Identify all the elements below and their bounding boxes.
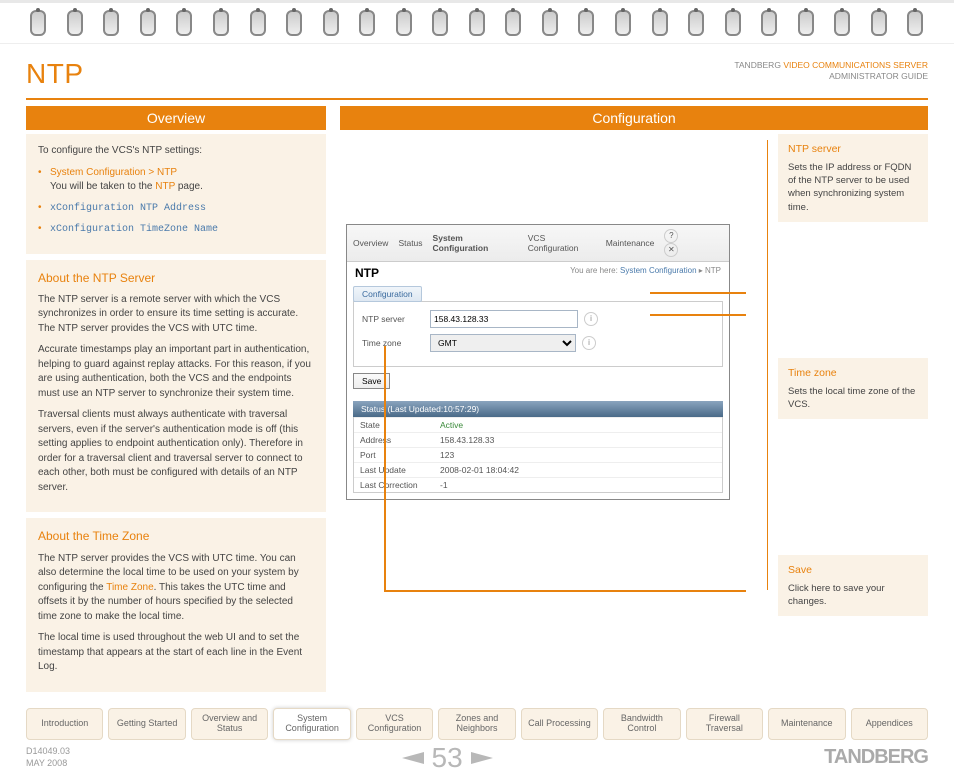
page-title: NTP	[26, 58, 84, 90]
spiral-binding	[0, 0, 954, 44]
time-zone-select[interactable]: GMT	[430, 334, 576, 352]
page-body: NTP TANDBERG VIDEO COMMUNICATIONS SERVER…	[0, 44, 954, 698]
xcfg-ntp-address-link[interactable]: xConfiguration NTP Address	[50, 203, 206, 214]
tab-maintenance[interactable]: Maintenance	[768, 708, 845, 740]
tab-system-configuration[interactable]: System Configuration	[273, 708, 350, 740]
xcfg-timezone-name-link[interactable]: xConfiguration TimeZone Name	[50, 224, 218, 235]
tab-getting-started[interactable]: Getting Started	[108, 708, 185, 740]
tab-introduction[interactable]: Introduction	[26, 708, 103, 740]
nav-path-item: System Configuration > NTP You will be t…	[38, 166, 314, 195]
cs-form: NTP server i Time zone GMT i	[353, 301, 723, 367]
info-icon[interactable]: i	[584, 312, 598, 326]
cs-tab-vcs-configuration[interactable]: VCS Configuration	[528, 233, 596, 253]
info-icon[interactable]: i	[582, 336, 596, 350]
bottom-nav-tabs: Introduction Getting Started Overview an…	[26, 708, 928, 740]
right-section-header: Configuration	[340, 106, 928, 130]
nav-path-link[interactable]: System Configuration > NTP	[50, 167, 177, 178]
cs-tab-maintenance[interactable]: Maintenance	[606, 238, 655, 248]
tab-appendices[interactable]: Appendices	[851, 708, 928, 740]
tab-call-processing[interactable]: Call Processing	[521, 708, 598, 740]
config-intro-box: To configure the VCS's NTP settings: Sys…	[26, 134, 326, 254]
cs-status-bar: Status (Last Updated:10:57:29)	[353, 401, 723, 417]
cs-page-title: NTP	[355, 266, 379, 280]
logout-icon[interactable]: ✕	[664, 243, 678, 257]
cs-nav-tabs: Overview Status System Configuration VCS…	[347, 225, 729, 262]
cs-tab-overview[interactable]: Overview	[353, 238, 388, 248]
tab-firewall-traversal[interactable]: Firewall Traversal	[686, 708, 763, 740]
doc-meta: TANDBERG VIDEO COMMUNICATIONS SERVER ADM…	[734, 60, 928, 82]
brand-logo: TANDBERG	[824, 746, 928, 769]
bc-syscfg-link[interactable]: System Configuration	[620, 266, 696, 275]
info-save: Save Click here to save your changes.	[778, 555, 928, 616]
prev-page-icon[interactable]	[396, 752, 424, 764]
about-tz-box: About the Time Zone The NTP server provi…	[26, 518, 326, 691]
next-page-icon[interactable]	[471, 752, 499, 764]
cs-subtab-configuration[interactable]: Configuration	[353, 286, 422, 302]
about-ntp-title: About the NTP Server	[38, 270, 314, 287]
page-indicator: 53	[396, 742, 499, 774]
tab-bandwidth-control[interactable]: Bandwidth Control	[603, 708, 680, 740]
tab-vcs-configuration[interactable]: VCS Configuration	[356, 708, 433, 740]
config-screenshot: Overview Status System Configuration VCS…	[346, 224, 730, 500]
ntp-server-label: NTP server	[362, 314, 430, 324]
cs-tab-status[interactable]: Status	[398, 238, 422, 248]
callout-line	[650, 292, 746, 294]
intro-lead: To configure the VCS's NTP settings:	[38, 144, 314, 159]
tab-overview-status[interactable]: Overview and Status	[191, 708, 268, 740]
info-ntp-server: NTP server Sets the IP address or FQDN o…	[778, 134, 928, 222]
breadcrumb: You are here: System Configuration ▸ NTP	[570, 266, 721, 280]
help-icon[interactable]: ?	[664, 229, 678, 243]
tab-zones-neighbors[interactable]: Zones and Neighbors	[438, 708, 515, 740]
info-time-zone: Time zone Sets the local time zone of th…	[778, 358, 928, 419]
footer-meta: D14049.03MAY 2008	[26, 746, 70, 769]
cs-tab-system-configuration[interactable]: System Configuration	[433, 233, 518, 253]
left-section-header: Overview	[26, 106, 326, 130]
about-ntp-box: About the NTP Server The NTP server is a…	[26, 260, 326, 513]
time-zone-link[interactable]: Time Zone	[106, 582, 153, 593]
ntp-page-link[interactable]: NTP	[155, 181, 175, 192]
about-tz-title: About the Time Zone	[38, 528, 314, 545]
time-zone-label: Time zone	[362, 338, 430, 348]
ntp-server-input[interactable]	[430, 310, 578, 328]
top-rule	[26, 98, 928, 100]
cs-status-table: StateActive Address158.43.128.33 Port123…	[353, 417, 723, 493]
